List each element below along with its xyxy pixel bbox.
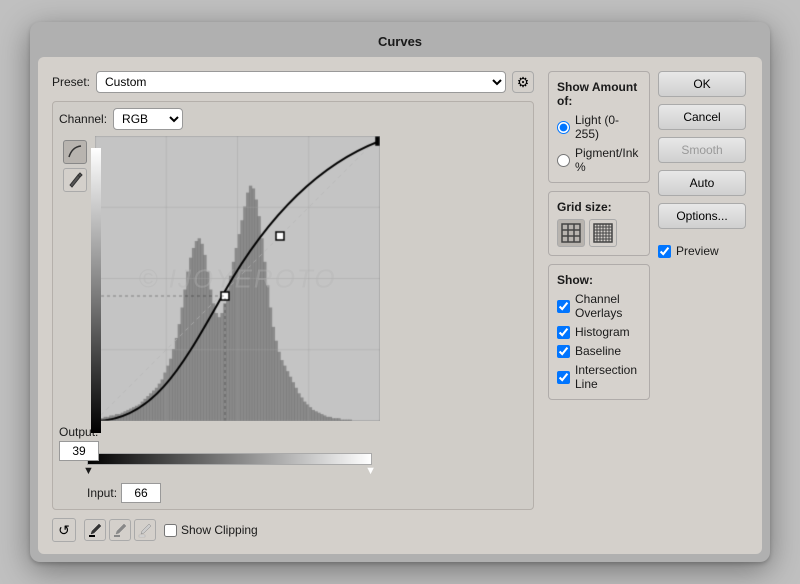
show-section-label: Show: (557, 273, 641, 287)
preview-item: Preview (658, 244, 748, 258)
pigment-radio-label: Pigment/Ink % (575, 146, 641, 174)
black-eyedropper-icon (87, 522, 103, 538)
baseline-item: Baseline (557, 344, 641, 358)
left-triangle-icon: ▼ (83, 465, 94, 477)
grid-4x4-button[interactable] (557, 219, 585, 247)
curve-tools (59, 136, 91, 421)
curve-tool-icon (67, 144, 83, 160)
pencil-tool-icon (67, 172, 83, 188)
pencil-tool-button[interactable] (63, 168, 87, 192)
channel-row: Channel: RGB Red Green Blue (59, 108, 527, 130)
preview-label: Preview (676, 244, 719, 258)
horizontal-gradient-wrap: ▼ ▼ (87, 453, 527, 479)
gear-icon: ⚙ (517, 74, 530, 91)
gray-eyedropper-icon (112, 522, 128, 538)
input-row: Input: (87, 483, 527, 503)
preview-checkbox[interactable] (658, 245, 671, 258)
curve-tool-button[interactable] (63, 140, 87, 164)
preset-label: Preset: (52, 75, 90, 89)
white-eyedropper-icon (137, 522, 153, 538)
intersection-line-label: Intersection Line (575, 363, 641, 391)
histogram-item: Histogram (557, 325, 641, 339)
bottom-toolbar: ↺ (52, 518, 534, 542)
channel-label: Channel: (59, 112, 107, 126)
histogram-checkbox[interactable] (557, 326, 570, 339)
intersection-line-item: Intersection Line (557, 363, 641, 391)
curve-canvas-container: © IJOYEROTO (95, 136, 380, 421)
intersection-line-checkbox[interactable] (557, 371, 570, 384)
left-panel: Preset: Custom ⚙ Channel: RGB Red Green … (52, 71, 534, 542)
baseline-label: Baseline (575, 344, 621, 358)
grid-size-label: Grid size: (557, 200, 641, 214)
histogram-label: Histogram (575, 325, 630, 339)
light-radio-item: Light (0-255) (557, 113, 641, 141)
input-label: Input: (87, 486, 117, 500)
pigment-radio[interactable] (557, 154, 570, 167)
channel-select[interactable]: RGB Red Green Blue (113, 108, 183, 130)
right-panel: Show Amount of: Light (0-255) Pigment/In… (548, 71, 748, 542)
gear-button[interactable]: ⚙ (512, 71, 534, 93)
preset-select[interactable]: Custom (96, 71, 506, 93)
dialog-title: Curves (38, 30, 762, 57)
right-controls: Show Amount of: Light (0-255) Pigment/In… (548, 71, 650, 400)
preview-section: Preview (658, 244, 748, 258)
grid-10x10-button[interactable] (589, 219, 617, 247)
grid-4x4-icon (561, 223, 581, 243)
show-amount-label: Show Amount of: (557, 80, 641, 108)
grid-10x10-icon (593, 223, 613, 243)
grid-size-section: Grid size: (548, 191, 650, 256)
grid-buttons (557, 219, 641, 247)
show-section: Show: Channel Overlays Histogram (548, 264, 650, 400)
curve-canvas[interactable] (95, 136, 380, 421)
dialog-window: Curves Preset: Custom ⚙ Channel: RGB (30, 22, 770, 562)
channel-overlays-checkbox[interactable] (557, 300, 570, 313)
slider-row: ▼ ▼ (87, 465, 372, 479)
show-checkboxes: Channel Overlays Histogram Baseline (557, 292, 641, 391)
light-radio-label: Light (0-255) (575, 113, 641, 141)
action-buttons: OK Cancel Smooth Auto Options... Preview (658, 71, 748, 400)
curve-section: © IJOYEROTO (59, 136, 527, 421)
preset-row: Preset: Custom ⚙ (52, 71, 534, 93)
pigment-radio-item: Pigment/Ink % (557, 146, 641, 174)
show-clipping-label: Show Clipping (181, 523, 258, 537)
auto-button[interactable]: Auto (658, 170, 746, 196)
baseline-checkbox[interactable] (557, 345, 570, 358)
show-amount-section: Show Amount of: Light (0-255) Pigment/In… (548, 71, 650, 183)
horizontal-gradient (87, 453, 372, 465)
smooth-button[interactable]: Smooth (658, 137, 746, 163)
show-amount-radio-group: Light (0-255) Pigment/Ink % (557, 113, 641, 174)
black-eyedropper-button[interactable] (84, 519, 106, 541)
channel-box: Channel: RGB Red Green Blue (52, 101, 534, 510)
output-input[interactable] (59, 441, 99, 461)
right-triangle-icon: ▼ (365, 465, 376, 477)
gray-eyedropper-button[interactable] (109, 519, 131, 541)
light-radio[interactable] (557, 121, 570, 134)
white-eyedropper-button[interactable] (134, 519, 156, 541)
input-field[interactable] (121, 483, 161, 503)
show-clipping-check[interactable]: Show Clipping (164, 523, 258, 537)
eyedropper-group (84, 519, 156, 541)
options-button[interactable]: Options... (658, 203, 746, 229)
vertical-gradient (91, 148, 101, 433)
show-clipping-checkbox[interactable] (164, 524, 177, 537)
reset-button[interactable]: ↺ (52, 518, 76, 542)
cancel-button[interactable]: Cancel (658, 104, 746, 130)
ok-button[interactable]: OK (658, 71, 746, 97)
channel-overlays-label: Channel Overlays (575, 292, 641, 320)
channel-overlays-item: Channel Overlays (557, 292, 641, 320)
right-top: Show Amount of: Light (0-255) Pigment/In… (548, 71, 748, 400)
